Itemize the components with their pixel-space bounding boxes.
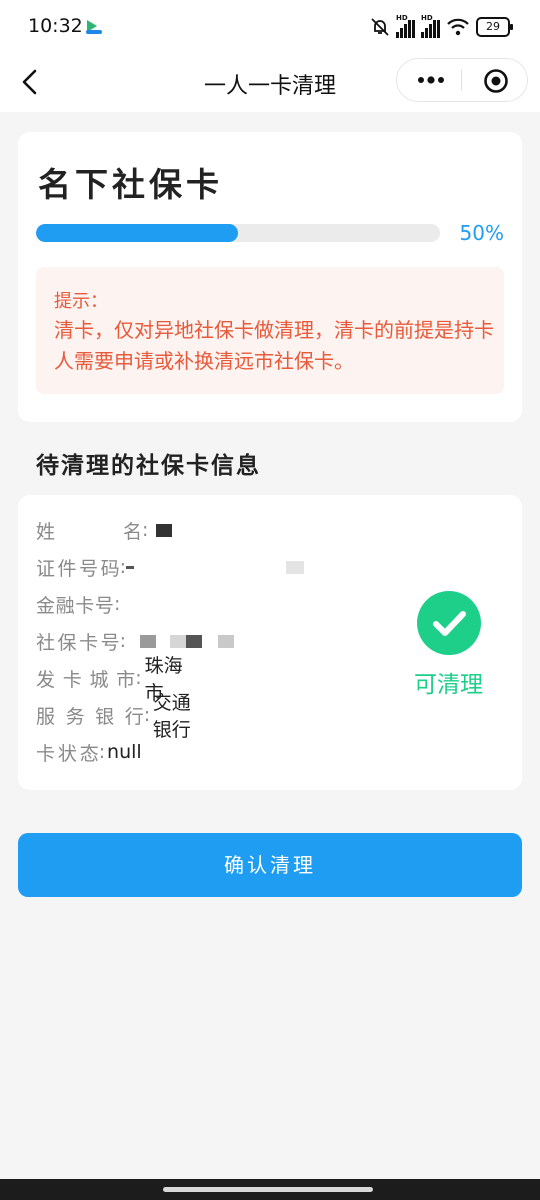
redacted-mask (156, 523, 172, 537)
mini-program-capsule (396, 58, 528, 102)
info-row-bank: 服务银行 : 交通银行 (36, 692, 202, 741)
info-value: null (107, 741, 142, 763)
wifi-icon (447, 18, 469, 36)
close-target-icon[interactable] (483, 68, 509, 94)
more-icon[interactable] (417, 72, 445, 88)
info-label: 姓名 (36, 520, 142, 543)
redacted-mask (218, 634, 235, 648)
info-card: 姓名 : 证件号码 : 金融卡号 : 社保卡号 : 发卡城市 : 珠海市 服 务… (18, 495, 522, 790)
status-icons: HD HD 29 (370, 14, 513, 39)
progress-fill (36, 224, 238, 242)
hd-label: HD (421, 14, 433, 22)
redacted-mask (186, 634, 203, 648)
confirm-clear-button[interactable]: 确认清理 (18, 833, 522, 897)
info-label: 服务银行 (36, 705, 144, 728)
signal-icon: HD (396, 14, 415, 38)
status-badge: 可清理 (414, 672, 483, 698)
tip-body: 清卡，仅对异地社保卡做清理，清卡的前提是持卡人需要申请或补换清远市社保卡。 (54, 318, 494, 373)
gesture-bar (0, 1179, 540, 1200)
nav-bar: 一人一卡清理 (0, 54, 540, 112)
info-colon: : (135, 667, 142, 689)
redacted-mask (138, 561, 282, 574)
home-indicator[interactable] (163, 1187, 373, 1192)
section-title: 待清理的社保卡信息 (36, 453, 261, 479)
info-label: 发卡城市 (36, 668, 136, 691)
info-colon: : (142, 519, 149, 541)
tip-title: 提示： (54, 291, 108, 312)
progress-percent: 50% (459, 221, 504, 245)
redacted-mask (170, 634, 187, 648)
app-icon (86, 20, 102, 34)
info-value (126, 634, 235, 648)
mute-bell-icon (371, 18, 389, 36)
hd-label: HD (396, 14, 408, 22)
info-row-card-status: 卡状态 : null (36, 737, 142, 767)
info-label: 证件号码 (36, 557, 120, 580)
check-circle-icon (417, 591, 481, 655)
redacted-mask (140, 634, 157, 648)
battery-icon: 29 (476, 17, 513, 37)
info-row-social-card: 社保卡号 : (36, 626, 235, 656)
info-row-id-number: 证件号码 : (36, 552, 305, 582)
card-title: 名下社保卡 (38, 165, 223, 204)
info-value (126, 560, 305, 574)
summary-card: 名下社保卡 50% 提示： 清卡，仅对异地社保卡做清理，清卡的前提是持卡人需要申… (18, 132, 522, 422)
info-colon: : (98, 741, 106, 763)
info-colon: : (113, 593, 121, 615)
info-label: 金融卡号 (36, 594, 114, 617)
info-row-bank-card: 金融卡号 : (36, 589, 126, 619)
info-label: 卡状态 (36, 742, 99, 765)
signal-icon: HD (421, 14, 440, 38)
capsule-divider (461, 69, 462, 91)
info-colon: : (143, 704, 151, 726)
progress-bar (36, 224, 440, 242)
tip-box: 提示： 清卡，仅对异地社保卡做清理，清卡的前提是持卡人需要申请或补换清远市社保卡… (36, 267, 504, 394)
info-value (156, 523, 172, 537)
redacted-mask (286, 560, 305, 574)
info-value: 交通银行 (152, 692, 191, 741)
status-time: 10:32 (28, 15, 83, 37)
status-bar: 10:32 HD HD 29 (0, 0, 540, 54)
info-label: 社保卡号 (36, 631, 120, 654)
redacted-mask (126, 565, 135, 569)
info-row-name: 姓名 : (36, 515, 172, 545)
